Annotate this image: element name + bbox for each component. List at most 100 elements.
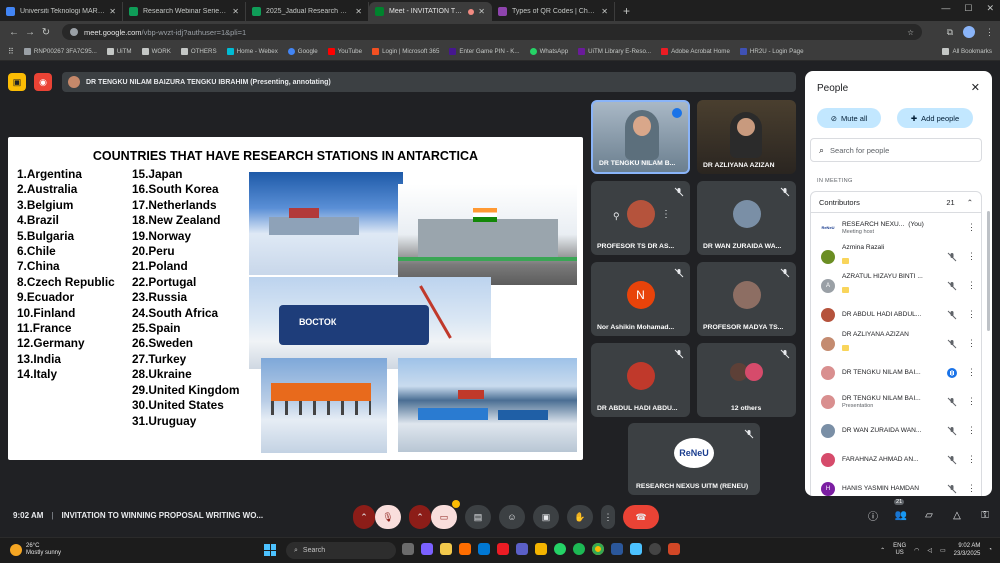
tab-qr-codes[interactable]: Types of QR Codes | Choose di✕ xyxy=(492,2,615,21)
menu-kebab-icon[interactable]: ⋮ xyxy=(985,27,994,38)
mute-all-button[interactable]: ⊘ Mute all xyxy=(817,108,881,128)
app-icon[interactable] xyxy=(630,543,642,555)
tab-jadual[interactable]: 2025_Jadual Research Webinar✕ xyxy=(246,2,369,21)
captions-chip[interactable]: ▣ xyxy=(8,73,26,91)
tile-research-nexus[interactable]: ReNeU RESEARCH NEXUS UITM (RENEU) xyxy=(628,423,760,495)
host-controls-button[interactable]: ⚿ xyxy=(978,508,992,522)
more-options-button[interactable]: ⋮ xyxy=(601,505,615,529)
tile-wan-zuraida[interactable]: DR WAN ZURAIDA WA... xyxy=(697,181,796,255)
bookmark-star-icon[interactable]: ☆ xyxy=(907,28,914,37)
chat-button[interactable]: ▱ xyxy=(922,508,936,522)
volume-icon[interactable]: ◁ xyxy=(927,547,932,554)
tile-nor-ashikin[interactable]: N Nor Ashikin Mohamad... xyxy=(591,262,690,336)
add-people-button[interactable]: ✚ Add people xyxy=(897,108,973,128)
mic-off-icon[interactable] xyxy=(947,484,957,494)
all-bookmarks-button[interactable]: All Bookmarks xyxy=(942,48,992,55)
mic-off-icon[interactable] xyxy=(947,252,957,262)
present-button[interactable]: ▣ xyxy=(533,505,559,529)
chevron-up-icon[interactable]: ⌃ xyxy=(967,198,973,207)
bookmark-item[interactable]: Home - Webex xyxy=(226,48,278,55)
acrobat-icon[interactable] xyxy=(497,543,509,555)
pin-icon[interactable]: ⚲ xyxy=(613,211,620,222)
mic-off-icon[interactable] xyxy=(947,281,957,291)
participant-row[interactable]: DR WAN ZURAIDA WAN... ⋮ xyxy=(810,416,982,445)
tile-azliyana[interactable]: DR AZLIYANA AZIZAN xyxy=(697,100,796,174)
close-icon[interactable]: ✕ xyxy=(355,7,362,16)
participant-row[interactable]: DR ABDUL HADI ABDUL... ⋮ xyxy=(810,300,982,329)
participant-row[interactable]: Azmina Razali ⋮ xyxy=(810,242,982,271)
wifi-icon[interactable]: ◠ xyxy=(914,547,919,554)
more-options-icon[interactable]: ⋮ xyxy=(967,309,976,320)
mic-options-button[interactable]: ⌃ xyxy=(353,505,375,529)
more-options-icon[interactable]: ⋮ xyxy=(967,251,976,262)
participant-row[interactable]: DR TENGKU NILAM BAI... Presentation ⋮ xyxy=(810,387,982,416)
people-button[interactable]: 21 👥 xyxy=(894,499,908,522)
forward-icon[interactable]: → xyxy=(22,27,38,38)
close-icon[interactable]: ✕ xyxy=(109,7,116,16)
bookmark-folder[interactable]: OTHERS xyxy=(180,48,217,55)
back-icon[interactable]: ← xyxy=(6,27,22,38)
tile-profesor-ts-dr[interactable]: ⚲ ⋮ PROFESOR TS DR AS... xyxy=(591,181,690,255)
reload-icon[interactable]: ↻ xyxy=(38,27,54,38)
camera-options-button[interactable]: ⌃ xyxy=(409,505,431,529)
url-input[interactable]: meet.google.com/vbp-wvzt-idj?authuser=1&… xyxy=(62,24,922,40)
chrome-icon[interactable] xyxy=(592,543,604,555)
activities-button[interactable]: △ xyxy=(950,508,964,522)
more-options-icon[interactable]: ⋮ xyxy=(967,222,976,233)
file-explorer-icon[interactable] xyxy=(535,543,547,555)
tile-tengku-nilam[interactable]: DR TENGKU NILAM B... xyxy=(591,100,690,174)
bookmark-folder[interactable]: UiTM xyxy=(106,48,132,55)
site-info-icon[interactable] xyxy=(70,28,78,36)
chevron-up-icon[interactable]: ⌃ xyxy=(880,547,885,554)
recording-chip[interactable]: ◉ xyxy=(34,73,52,91)
mic-off-icon[interactable] xyxy=(947,310,957,320)
minimize-icon[interactable]: — xyxy=(941,3,950,14)
powerpoint-icon[interactable] xyxy=(668,543,680,555)
captions-button[interactable]: ▤ xyxy=(465,505,491,529)
weather-widget[interactable]: 26°C Mostly sunny xyxy=(10,543,61,557)
more-options-icon[interactable]: ⋮ xyxy=(967,483,976,494)
new-tab-button[interactable]: + xyxy=(615,4,638,21)
copilot-icon[interactable] xyxy=(421,543,433,555)
meeting-details-button[interactable]: ⓘ xyxy=(866,508,880,523)
task-view-icon[interactable] xyxy=(402,543,414,555)
bookmark-folder[interactable]: WORK xyxy=(141,48,171,55)
bookmark-item[interactable]: HR2U - Login Page xyxy=(739,48,804,55)
mic-off-icon[interactable] xyxy=(947,426,957,436)
tile-abdul-hadi[interactable]: DR ABDUL HADI ABDU... xyxy=(591,343,690,417)
app-icon[interactable] xyxy=(459,543,471,555)
spotify-icon[interactable] xyxy=(573,543,585,555)
apps-grid-icon[interactable]: ⠿ xyxy=(8,47,14,56)
participant-row[interactable]: ReNeU RESEARCH NEXU... (You) Meeting host ⋮ xyxy=(810,213,982,242)
bookmark-item[interactable]: WhatsApp xyxy=(529,48,568,55)
bookmark-item[interactable]: Login | Microsoft 365 xyxy=(372,48,439,55)
camera-toggle-button[interactable]: ▭ xyxy=(431,500,460,529)
close-icon[interactable]: ✕ xyxy=(601,7,608,16)
close-icon[interactable]: ✕ xyxy=(232,7,239,16)
bookmark-item[interactable]: Google xyxy=(287,48,318,55)
bookmark-item[interactable]: Adobe Acrobat Home xyxy=(661,48,730,55)
close-icon[interactable]: ✕ xyxy=(478,7,485,16)
more-options-icon[interactable]: ⋮ xyxy=(967,367,976,378)
bookmark-item[interactable]: YouTube xyxy=(327,48,362,55)
close-window-icon[interactable]: ✕ xyxy=(986,3,994,14)
more-options-icon[interactable]: ⋮ xyxy=(967,454,976,465)
more-options-icon[interactable]: ⋮ xyxy=(661,209,671,220)
meeting-title[interactable]: INVITATION TO WINNING PROPOSAL WRITING W… xyxy=(61,511,263,520)
leave-call-button[interactable]: ☎ xyxy=(623,505,659,529)
extensions-icon[interactable]: ⧉ xyxy=(947,27,953,38)
more-options-icon[interactable]: ⋮ xyxy=(967,280,976,291)
clock[interactable]: 9:02 AM 23/3/2025 xyxy=(954,542,981,558)
tab-uitm[interactable]: Universiti Teknologi MARA - Ca✕ xyxy=(0,2,123,21)
mic-off-icon[interactable] xyxy=(947,455,957,465)
participant-row[interactable]: DR AZLIYANA AZIZAN ⋮ xyxy=(810,329,982,358)
sticky-notes-icon[interactable] xyxy=(440,543,452,555)
language-indicator[interactable]: ENG US xyxy=(893,543,906,557)
maximize-icon[interactable]: ☐ xyxy=(964,3,972,14)
participant-row[interactable]: A AZRATUL HIZAYU BINTI ... ⋮ xyxy=(810,271,982,300)
speaking-icon[interactable] xyxy=(947,367,957,378)
raise-hand-button[interactable]: ✋ xyxy=(567,505,593,529)
close-panel-icon[interactable]: ✕ xyxy=(971,81,980,94)
media-player-icon[interactable] xyxy=(649,543,661,555)
tile-profesor-madya[interactable]: PROFESOR MADYA TS... xyxy=(697,262,796,336)
